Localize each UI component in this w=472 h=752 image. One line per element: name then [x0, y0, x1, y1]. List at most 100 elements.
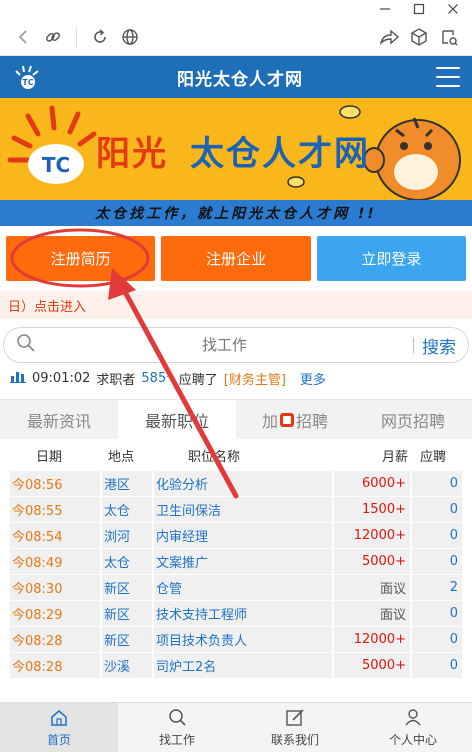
home-icon — [49, 708, 69, 729]
job-applied: 0 — [412, 497, 462, 522]
ticker-more-link[interactable]: 更多 — [300, 369, 326, 388]
tab-latest-jobs[interactable]: 最新职位 — [118, 400, 236, 439]
nav-profile[interactable]: 个人中心 — [354, 703, 472, 752]
hamburger-menu-icon[interactable] — [436, 67, 460, 87]
ticker-seeker-id: 585* — [141, 370, 173, 386]
table-row[interactable]: 今08:54 浏河 内审经理 12000+ 0 — [10, 523, 462, 549]
maximize-icon[interactable] — [412, 2, 426, 16]
ticker-seeker-label: 求职者 — [96, 372, 136, 388]
banner-brand-sunshine: 阳光 — [96, 134, 168, 174]
tab-urgent-hiring[interactable]: 加招聘 — [236, 400, 354, 439]
banner-brand-taicang: 太仓人才网 — [190, 134, 370, 174]
site-logo[interactable]: TC — [12, 61, 44, 93]
job-salary: 面议 — [334, 601, 412, 626]
register-company-button[interactable]: 注册企业 — [161, 236, 311, 281]
back-icon[interactable] — [8, 22, 38, 52]
site-title: 阳光太仓人才网 — [177, 69, 303, 90]
cube-icon[interactable] — [404, 22, 434, 52]
screen-capture-icon[interactable] — [434, 22, 464, 52]
job-location[interactable]: 新区 — [102, 627, 154, 652]
job-salary: 6000+ — [334, 471, 412, 496]
job-title[interactable]: 项目技术负责人 — [154, 627, 334, 652]
job-location[interactable]: 太仓 — [102, 497, 154, 522]
header-date: 日期 — [36, 449, 63, 465]
nav-find-job[interactable]: 找工作 — [118, 703, 236, 752]
job-title[interactable]: 文案推广 — [154, 549, 334, 574]
job-salary: 12000+ — [334, 523, 412, 548]
header-applied: 应聘 — [419, 449, 446, 465]
nav-profile-label: 个人中心 — [388, 732, 437, 747]
svg-text:TC: TC — [42, 153, 70, 177]
search-icon — [167, 708, 187, 729]
job-title[interactable]: 技术支持工程师 — [154, 601, 334, 626]
tab-urgent-prefix: 加 — [261, 411, 278, 431]
notice-bar[interactable]: 日）点击进入 — [0, 291, 472, 319]
hot-badge-icon — [280, 412, 294, 427]
job-title[interactable]: 化验分析 — [154, 471, 334, 496]
job-date: 今08:29 — [10, 601, 102, 626]
toolbar-divider — [76, 26, 77, 47]
table-row[interactable]: 今08:55 太仓 卫生间保洁 1500+ 0 — [10, 497, 462, 523]
job-date: 今08:54 — [10, 523, 102, 548]
nav-home[interactable]: 首页 — [0, 703, 118, 752]
window-controls — [0, 0, 472, 18]
job-salary: 5000+ — [334, 653, 412, 678]
globe-icon[interactable] — [115, 22, 145, 52]
job-salary: 1500+ — [334, 497, 412, 522]
refresh-icon[interactable] — [85, 22, 115, 52]
table-row[interactable]: 今08:49 太仓 文案推广 5000+ 0 — [10, 549, 462, 575]
register-resume-button[interactable]: 注册简历 — [6, 236, 156, 281]
login-button[interactable]: 立即登录 — [316, 236, 466, 281]
nav-find-job-label: 找工作 — [158, 732, 195, 747]
job-location[interactable]: 港区 — [102, 471, 154, 496]
job-location[interactable]: 太仓 — [102, 549, 154, 574]
job-title[interactable]: 仓管 — [154, 575, 334, 600]
job-date: 今08:55 — [10, 497, 102, 522]
search-icon — [16, 333, 36, 357]
link-icon[interactable] — [38, 22, 68, 52]
job-location[interactable]: 新区 — [102, 575, 154, 600]
content-tabs: 最新资讯 最新职位 加招聘 网页招聘 — [0, 399, 472, 439]
share-icon[interactable] — [374, 22, 404, 52]
job-applied: 0 — [412, 627, 462, 652]
table-row[interactable]: 今08:56 港区 化验分析 6000+ 0 — [10, 471, 462, 497]
header-location: 地点 — [108, 449, 135, 465]
search-input[interactable] — [36, 336, 413, 354]
ticker-job[interactable]: [财务主管] — [224, 369, 286, 388]
job-location[interactable]: 新区 — [102, 601, 154, 626]
notice-text[interactable]: 日）点击进入 — [8, 296, 86, 315]
user-icon — [403, 708, 423, 729]
table-row[interactable]: 今08:29 新区 技术支持工程师 面议 0 — [10, 601, 462, 627]
tab-urgent-suffix: 招聘 — [296, 411, 329, 431]
bottom-navigation: 首页 找工作 联系我们 个人中心 — [0, 702, 472, 752]
hero-banner[interactable]: TC 阳光 太仓人才网 太仓找工作，就上阳光太仓人才网 !! — [0, 98, 472, 226]
banner-slogan: 太仓找工作，就上阳光太仓人才网 !! — [95, 206, 377, 222]
search-bar: 搜索 — [3, 327, 469, 363]
banner-slogan-bar: 太仓找工作，就上阳光太仓人才网 !! — [0, 200, 472, 226]
tab-latest-news[interactable]: 最新资讯 — [0, 400, 118, 439]
job-location[interactable]: 浏河 — [102, 523, 154, 548]
table-row[interactable]: 今08:30 新区 仓管 面议 2 — [10, 575, 462, 601]
job-title[interactable]: 卫生间保洁 — [154, 497, 334, 522]
search-divider — [413, 337, 414, 353]
job-location[interactable]: 沙溪 — [102, 653, 154, 678]
table-row[interactable]: 今08:28 沙溪 司炉工2名 5000+ 0 — [10, 653, 462, 679]
job-title[interactable]: 司炉工2名 — [154, 653, 334, 678]
job-applied: 0 — [412, 471, 462, 496]
nav-contact[interactable]: 联系我们 — [236, 703, 354, 752]
search-button[interactable]: 搜索 — [422, 333, 468, 358]
job-title[interactable]: 内审经理 — [154, 523, 334, 548]
job-applied: 0 — [412, 601, 462, 626]
job-salary: 12000+ — [334, 627, 412, 652]
close-icon[interactable] — [446, 2, 460, 16]
jobs-table-body: 今08:56 港区 化验分析 6000+ 0 今08:55 太仓 卫生间保洁 1… — [0, 471, 472, 679]
job-salary: 5000+ — [334, 549, 412, 574]
table-row[interactable]: 今08:28 新区 项目技术负责人 12000+ 0 — [10, 627, 462, 653]
ticker-time: 09:01:02 — [32, 370, 91, 386]
minimize-icon[interactable] — [378, 2, 392, 16]
action-buttons: 注册简历 注册企业 立即登录 — [0, 226, 472, 291]
job-date: 今08:56 — [10, 471, 102, 496]
job-date: 今08:49 — [10, 549, 102, 574]
tab-web-hiring[interactable]: 网页招聘 — [354, 400, 472, 439]
job-applied: 2 — [412, 575, 462, 600]
